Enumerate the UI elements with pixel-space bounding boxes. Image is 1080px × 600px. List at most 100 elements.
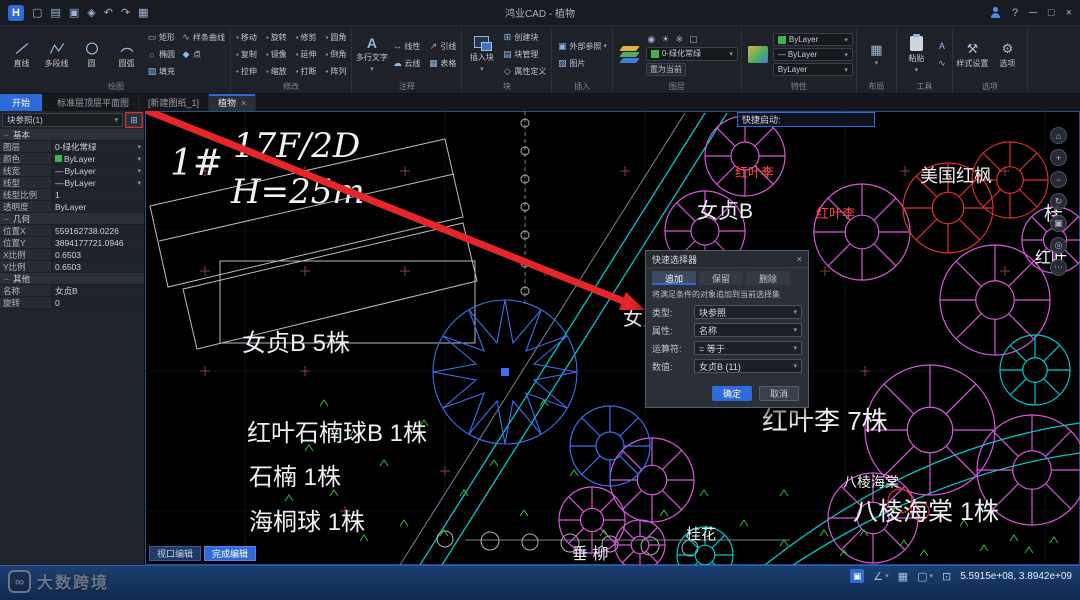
sketch-tool-icon-button[interactable]: ∿ [935, 55, 949, 72]
mtext-button[interactable]: A 多行文字 ▾ [355, 35, 388, 75]
attach-image-tool[interactable]: ▨ 图片 [555, 55, 609, 72]
close-icon[interactable]: × [797, 254, 802, 264]
rectangle-tool[interactable]: ▭ 矩形 [145, 29, 177, 46]
style-settings-button[interactable]: ⚒ 样式设置 [956, 39, 989, 71]
start-tab[interactable]: 开始 [0, 94, 43, 111]
linetype-dropdown[interactable]: ByLayer ▾ [772, 63, 853, 76]
display-settings-icon[interactable]: ▢ ▾ [917, 570, 933, 583]
attribute-dropdown[interactable]: 名称 ▾ [694, 323, 802, 337]
viewport-mode-icon[interactable]: ▣ [850, 569, 865, 583]
linear-dimension-tool[interactable]: ↔ 线性 [390, 38, 422, 55]
user-account-icon[interactable] [990, 7, 1001, 18]
selected-tree-block[interactable] [432, 299, 578, 445]
selection-type-dropdown[interactable]: 块参照(1) ▾ [2, 113, 123, 127]
copy-tool[interactable]: 复制 [234, 46, 259, 63]
scale-tool[interactable]: 缩放 [264, 63, 289, 80]
tab-standard-plan[interactable]: 标准层顶层平面图 [48, 94, 140, 111]
maximize-button[interactable]: □ [1048, 7, 1055, 19]
tab-new-drawing[interactable]: [新建图纸_1] [139, 94, 210, 111]
tab-append[interactable]: 追加 [652, 271, 696, 285]
stretch-tool[interactable]: 拉伸 [234, 63, 259, 80]
rotate-tool[interactable]: 旋转 [264, 29, 289, 46]
section-basic[interactable]: 基本 [0, 129, 144, 141]
lineweight-dropdown[interactable]: — ByLayer ▾ [772, 48, 853, 61]
type-dropdown[interactable]: 块参照 ▾ [694, 305, 802, 319]
spline-tool[interactable]: ∿ 样条曲线 [179, 29, 227, 46]
block-manager-tool[interactable]: ▤ 块管理 [500, 46, 548, 63]
mirror-tool[interactable]: 镜像 [264, 46, 289, 63]
zoom-in-icon[interactable]: + [1050, 149, 1067, 166]
finish-edit-button[interactable]: 完成编辑 [204, 546, 257, 561]
tab-plants[interactable]: 植物 × [209, 94, 257, 111]
paste-button[interactable]: 粘贴 ▾ [900, 33, 933, 76]
break-tool[interactable]: 打断 [294, 63, 319, 80]
print-icon[interactable]: ▦ [138, 6, 148, 19]
array-tool[interactable]: 阵列 [324, 63, 349, 80]
redo-icon[interactable]: ↷ [121, 6, 130, 19]
layer-lock-icon[interactable]: ※ [674, 34, 685, 45]
selection-grip[interactable] [501, 368, 509, 376]
match-properties-button[interactable] [747, 46, 768, 63]
table-tool[interactable]: ▦ 表格 [426, 55, 458, 72]
pan-icon[interactable]: ▣ [1050, 215, 1067, 232]
chamfer-tool[interactable]: 倒角 [324, 46, 349, 63]
tab-keep[interactable]: 保留 [699, 271, 743, 285]
insert-block-button[interactable]: 插入块 ▾ [465, 34, 498, 75]
attribute-define-tool[interactable]: ◇ 属性定义 [500, 63, 548, 80]
operator-dropdown[interactable]: = 等于 ▾ [694, 341, 802, 355]
trim-tool[interactable]: 修剪 [294, 29, 319, 46]
options-button[interactable]: ⚙ 选项 [991, 39, 1024, 71]
quick-launch-input[interactable] [785, 115, 870, 124]
new-file-icon[interactable]: ▢ [32, 6, 42, 19]
site-plan-drawing[interactable]: 1# 17F/2D H=25m 女贞B 红叶李 红叶李 美国红枫 女贞B 5株 … [145, 111, 1080, 565]
open-file-icon[interactable]: ▤ [50, 6, 60, 19]
point-tool[interactable]: ◆ 点 [179, 46, 227, 63]
line-tool-button[interactable]: 直线 [5, 39, 38, 71]
fillet-tool[interactable]: 圆角 [324, 29, 349, 46]
arc-tool-button[interactable]: 圆弧 [110, 39, 143, 71]
help-icon[interactable]: ? [1012, 7, 1018, 19]
save-as-icon[interactable]: ◈ [87, 6, 95, 19]
layer-isolate-icon[interactable]: ▢ [688, 34, 699, 45]
leader-tool[interactable]: ↗ 引线 [426, 38, 458, 55]
tab-remove[interactable]: 删除 [746, 271, 790, 285]
more-tools-icon[interactable]: ⋯ [1050, 259, 1067, 276]
drawing-canvas[interactable]: 1# 17F/2D H=25m 女贞B 红叶李 红叶李 美国红枫 女贞B 5株 … [145, 111, 1080, 565]
viewport-icon[interactable]: ⊡ [942, 570, 951, 583]
quick-launch-bar[interactable]: 快捷启动: [737, 112, 875, 127]
color-dropdown[interactable]: ByLayer ▾ [772, 33, 853, 46]
undo-icon[interactable]: ↶ [104, 6, 113, 19]
grid-snap-icon[interactable]: ▦ [898, 570, 908, 583]
layer-visibility-icon[interactable]: ◉ [646, 34, 657, 45]
home-view-icon[interactable]: ⌂ [1050, 127, 1067, 144]
dialog-titlebar[interactable]: 快速选择器 × [646, 251, 808, 268]
close-icon[interactable]: × [241, 98, 246, 108]
save-icon[interactable]: ▣ [69, 6, 79, 19]
text-tool-icon-button[interactable]: A [935, 38, 949, 55]
quick-select-button[interactable]: ⊞ [125, 112, 143, 128]
insert-layout-button[interactable]: ▦ ▾ [860, 40, 893, 69]
xref-tool[interactable]: ▣ 外部参照 ▾ [555, 38, 609, 55]
layer-freeze-icon[interactable]: ☀ [660, 34, 671, 45]
create-block-tool[interactable]: ⊞ 创建块 [500, 29, 548, 46]
section-geometry[interactable]: 几何 [0, 213, 144, 225]
ellipse-tool[interactable]: ○ 椭圆 [145, 46, 177, 63]
extend-tool[interactable]: 延伸 [294, 46, 319, 63]
layer-manager-button[interactable] [619, 45, 641, 65]
circle-tool-button[interactable]: 圆 [75, 39, 108, 71]
close-button[interactable]: × [1066, 7, 1072, 19]
revision-cloud-tool[interactable]: ☁ 云线 [390, 55, 422, 72]
viewport-edit-button[interactable]: 视口编辑 [149, 546, 202, 561]
polyline-tool-button[interactable]: 多段线 [40, 39, 73, 71]
section-other[interactable]: 其他 [0, 273, 144, 285]
angle-snap-icon[interactable]: ∠ ▾ [873, 570, 888, 583]
zoom-out-icon[interactable]: − [1050, 171, 1067, 188]
layer-dropdown[interactable]: 0-绿化常绿 ▾ [645, 46, 738, 61]
ok-button[interactable]: 确定 [712, 386, 752, 401]
hatch-tool[interactable]: ▨ 填充 [145, 63, 177, 80]
orbit-icon[interactable]: ↻ [1050, 193, 1067, 210]
set-current-layer-button[interactable]: 置为当前 [645, 62, 686, 76]
cancel-button[interactable]: 取消 [759, 386, 799, 401]
zoom-extents-icon[interactable]: ◎ [1050, 237, 1067, 254]
move-tool[interactable]: 移动 [234, 29, 259, 46]
